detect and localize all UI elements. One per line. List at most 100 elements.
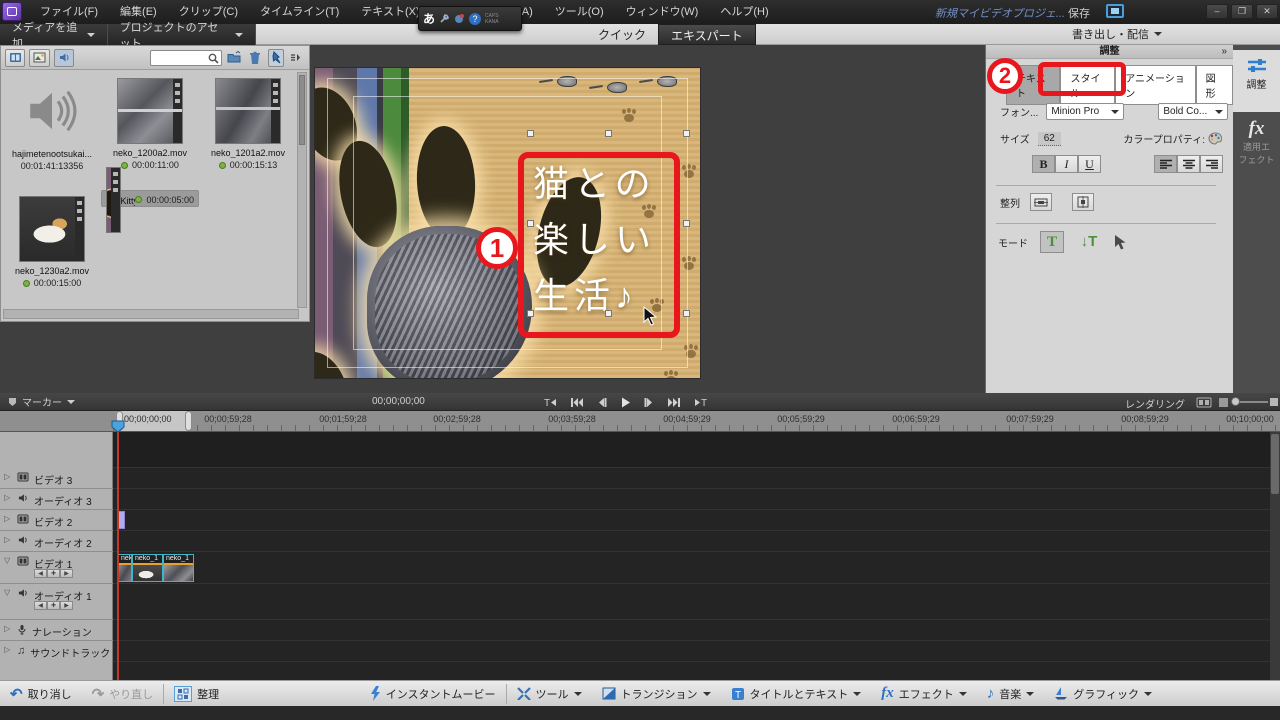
work-area-end-handle[interactable]: [185, 411, 192, 431]
titles-text-button[interactable]: T タイトルとテキスト: [721, 681, 872, 707]
selection-handle[interactable]: [605, 130, 612, 137]
asset-item-video[interactable]: neko_1230a2.mov 00:00:15:00: [3, 190, 101, 308]
size-value-field[interactable]: 62: [1038, 132, 1061, 146]
keyframe-nav-buttons[interactable]: ◀✚▶: [34, 569, 73, 578]
lane-audio1[interactable]: [113, 584, 1270, 620]
lane-gap[interactable]: [113, 432, 1270, 468]
lane-audio2[interactable]: [113, 531, 1270, 552]
track-header-audio1[interactable]: ▽ オーディオ 1 ◀✚▶: [0, 584, 113, 620]
center-horizontal-button[interactable]: [1030, 193, 1052, 211]
step-back-icon[interactable]: [596, 397, 607, 408]
selection-handle[interactable]: [683, 220, 690, 227]
asset-item-audio[interactable]: hajimetenootsukai... 00:01:41:13356: [3, 72, 101, 190]
keyframe-nav-buttons[interactable]: ◀✚▶: [34, 601, 73, 610]
delete-trash-icon[interactable]: [247, 49, 264, 67]
collapse-icon[interactable]: ▷: [4, 624, 12, 633]
lane-video2[interactable]: [113, 510, 1270, 531]
project-assets-button[interactable]: プロジェクトのアセット: [108, 24, 256, 45]
lane-audio3[interactable]: [113, 489, 1270, 510]
menu-tools[interactable]: ツール(O): [545, 0, 614, 24]
bold-button[interactable]: B: [1032, 155, 1055, 173]
step-forward-icon[interactable]: [644, 397, 655, 408]
playhead-handle[interactable]: [111, 420, 125, 433]
timeline-ruler[interactable]: 00;00;00;00 00;00;59;28 00;01;59;28 00;0…: [0, 411, 1280, 432]
tracks-vertical-scrollbar[interactable]: [1270, 432, 1280, 680]
menu-window[interactable]: ウィンドウ(W): [616, 0, 709, 24]
new-folder-icon[interactable]: [226, 49, 243, 67]
center-vertical-button[interactable]: [1072, 193, 1094, 211]
lane-narration[interactable]: [113, 620, 1270, 641]
font-family-select[interactable]: Minion Pro: [1046, 103, 1124, 120]
font-style-select[interactable]: Bold Co...: [1158, 103, 1228, 120]
play-button-icon[interactable]: [620, 397, 631, 408]
dock-applied-effects-button[interactable]: fx 適用エ フェクト: [1233, 112, 1280, 166]
fullscreen-icon[interactable]: [1106, 4, 1124, 18]
filter-image-button[interactable]: [29, 49, 49, 67]
lane-video1[interactable]: nek neko_1 neko_1: [113, 552, 1270, 584]
tools-button[interactable]: ツール: [507, 681, 592, 707]
align-right-button[interactable]: [1200, 155, 1223, 173]
lane-soundtrack[interactable]: [113, 641, 1270, 662]
zoom-out-film-icon[interactable]: [1196, 397, 1212, 408]
track-header-video2[interactable]: ▷ ビデオ 2: [0, 510, 113, 531]
horizontal-type-button[interactable]: T: [1040, 231, 1064, 253]
close-button[interactable]: ✕: [1256, 4, 1278, 19]
menu-timeline[interactable]: タイムライン(T): [250, 0, 349, 24]
tab-animation[interactable]: アニメーション: [1115, 65, 1195, 105]
video-clip[interactable]: neko_1: [132, 554, 163, 582]
export-share-button[interactable]: 書き出し・配信: [1072, 26, 1162, 42]
track-header-narration[interactable]: ▷ ナレーション: [0, 620, 113, 641]
title-clip[interactable]: [118, 511, 125, 529]
color-palette-icon[interactable]: [1208, 132, 1222, 145]
marker-button[interactable]: マーカー: [0, 394, 75, 409]
collapse-icon[interactable]: ▷: [4, 493, 12, 502]
track-header-video3[interactable]: ▷ ビデオ 3: [0, 468, 113, 489]
zoom-max-icon[interactable]: [1269, 397, 1279, 407]
ime-tools-icon[interactable]: [439, 13, 450, 24]
organize-button[interactable]: 整理: [164, 681, 229, 707]
transitions-button[interactable]: トランジション: [592, 681, 721, 707]
tab-quick[interactable]: クイック: [586, 24, 658, 45]
assets-vertical-scrollbar[interactable]: [297, 72, 307, 308]
minimize-button[interactable]: –: [1206, 4, 1228, 19]
track-header-video1[interactable]: ▽ ビデオ 1 ◀✚▶: [0, 552, 113, 584]
restore-button[interactable]: ❐: [1231, 4, 1253, 19]
zoom-in-frame-icon[interactable]: [1218, 397, 1229, 408]
tab-shape[interactable]: 図形: [1196, 65, 1233, 105]
track-header-audio2[interactable]: ▷ オーディオ 2: [0, 531, 113, 552]
undo-button[interactable]: ↶取り消し: [0, 681, 82, 707]
selection-handle[interactable]: [527, 130, 534, 137]
ime-pad-icon[interactable]: [454, 13, 465, 24]
underline-button[interactable]: U: [1078, 155, 1101, 173]
prev-clip-icon[interactable]: [570, 397, 583, 408]
video-clip[interactable]: nek: [118, 554, 132, 582]
goto-out-icon[interactable]: T: [694, 397, 707, 408]
panel-menu-icon[interactable]: [288, 49, 305, 67]
menu-help[interactable]: ヘルプ(H): [710, 0, 778, 24]
track-header-soundtrack[interactable]: ▷ ♫ サウンドトラック: [0, 641, 113, 662]
search-input[interactable]: [150, 50, 222, 66]
collapse-icon[interactable]: ▷: [4, 645, 12, 654]
instant-movie-button[interactable]: インスタントムービー: [360, 681, 506, 707]
asset-item-video[interactable]: neko_1201a2.mov 00:00:15:13: [199, 72, 297, 190]
selection-tool-icon[interactable]: [1114, 234, 1127, 251]
playhead-line[interactable]: [117, 432, 119, 680]
ime-help-icon[interactable]: ?: [469, 13, 481, 25]
asset-item-selected[interactable]: Kitty Kapers_frame 00:00:05:00: [101, 190, 199, 207]
effects-button[interactable]: fx エフェクト: [871, 681, 977, 707]
lane-video3[interactable]: [113, 468, 1270, 489]
filter-audio-button[interactable]: [54, 49, 74, 67]
collapse-icon[interactable]: ▽: [4, 556, 12, 565]
ime-mode-button[interactable]: あ: [423, 10, 435, 27]
graphics-button[interactable]: グラフィック: [1044, 681, 1162, 707]
assets-horizontal-scrollbar[interactable]: [3, 309, 299, 319]
selection-handle[interactable]: [683, 130, 690, 137]
collapse-icon[interactable]: ▷: [4, 514, 12, 523]
save-button[interactable]: 保存: [1068, 5, 1090, 21]
music-button[interactable]: ♪ 音楽: [977, 681, 1045, 707]
track-header-audio3[interactable]: ▷ オーディオ 3: [0, 489, 113, 510]
filter-video-button[interactable]: [5, 49, 25, 67]
goto-in-icon[interactable]: T: [544, 397, 557, 408]
panel-chevrons-icon[interactable]: »: [1221, 45, 1227, 59]
add-media-button[interactable]: メディアを追加: [0, 24, 108, 45]
